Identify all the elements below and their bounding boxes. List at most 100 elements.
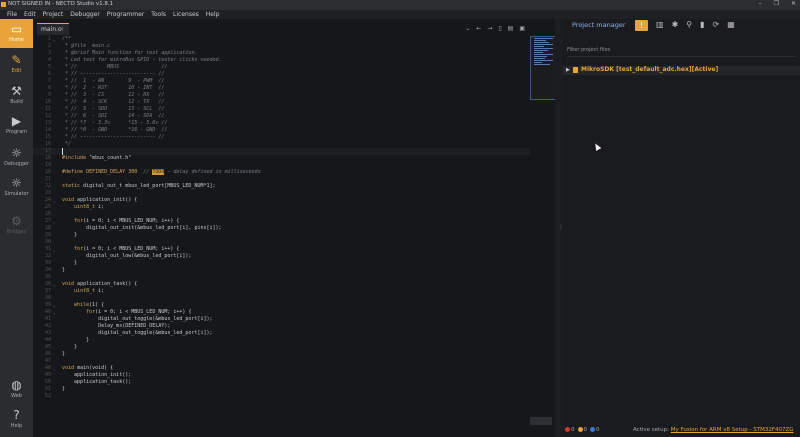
code-line[interactable]: 11 * // 5 - SDO 13 - SCL //	[33, 106, 530, 113]
code-line[interactable]: 14 * // *8 - GND *16 - GND //	[33, 127, 530, 134]
code-line[interactable]: 15 * // ------------------------- //	[33, 134, 530, 141]
menu-file[interactable]: File	[7, 11, 17, 19]
code-line[interactable]: 25 uint8_t i;	[33, 204, 530, 211]
code-line[interactable]: 4 * Led test for mikroBus GPIO - tester …	[33, 57, 530, 64]
fold-chevron-icon[interactable]: ⌄	[53, 246, 55, 253]
code-line[interactable]: 48 ⌄ void main(void) {	[33, 365, 530, 372]
code-line[interactable]: 6 * // ------------------------- //	[33, 71, 530, 78]
code-line[interactable]: 28 digital_out_init(&mbus_led_port[i], p…	[33, 225, 530, 232]
code-line[interactable]: 7 * // 1 - AN 9 - PWM //	[33, 78, 530, 85]
menu-edit[interactable]: Edit	[24, 11, 36, 19]
code-line[interactable]: 32 digital_out_low(&mbus_led_port[i]);	[33, 253, 530, 260]
code-line[interactable]: 41 digital_out_toggle(&mbus_led_port[i])…	[33, 316, 530, 323]
fold-chevron-icon[interactable]: ⌄	[53, 36, 55, 43]
code-line[interactable]: 34}	[33, 267, 530, 274]
sidebar-item-build[interactable]: ⚒ Build	[0, 81, 33, 110]
close-tab-icon[interactable]: ×	[59, 24, 64, 35]
code-line[interactable]: 26	[33, 211, 530, 218]
board-icon[interactable]: ▥	[656, 20, 664, 31]
menu-tools[interactable]: Tools	[151, 11, 166, 19]
sidebar-item-help[interactable]: ? Help	[0, 405, 33, 434]
split-editor-icon[interactable]: ▯	[498, 25, 501, 32]
debug-icon[interactable]: ✱	[672, 20, 679, 31]
filter-project-files-input[interactable]: Filter project files	[567, 47, 796, 57]
code-line[interactable]: 35	[33, 274, 530, 281]
code-line[interactable]: 16 */	[33, 141, 530, 148]
code-line[interactable]: 46}	[33, 351, 530, 358]
info-icon[interactable]: !	[635, 20, 648, 31]
code-line[interactable]: 24 ⌄ void application_init() {	[33, 197, 530, 204]
code-line[interactable]: 43 digital_out_toggle(&mbus_led_port[i])…	[33, 330, 530, 337]
code-line[interactable]: 38	[33, 295, 530, 302]
code-line[interactable]: 45 }	[33, 344, 530, 351]
nav-forward-icon[interactable]: →	[487, 25, 492, 32]
code-line[interactable]: 30	[33, 239, 530, 246]
problem-counts[interactable]: 0 0 0	[565, 427, 600, 433]
code-line[interactable]: 1 ⌄ /**	[33, 36, 530, 43]
fold-chevron-icon[interactable]: ⌄	[53, 281, 55, 288]
memory-icon[interactable]: ▦	[727, 20, 735, 31]
sync-icon[interactable]: ⟳	[713, 20, 720, 31]
close-window-button[interactable]: ✕	[791, 0, 796, 7]
horizontal-scrollbar[interactable]	[530, 417, 552, 425]
code-line[interactable]: 3 * @brief Main function for test applic…	[33, 50, 530, 57]
code-line[interactable]: 18 #include "mbus_count.h"	[33, 155, 530, 162]
code-line[interactable]: 49 application_init();	[33, 372, 530, 379]
code-line[interactable]: 39 ⌄ while(1) {	[33, 302, 530, 309]
menu-debugger[interactable]: Debugger	[70, 11, 100, 19]
code-line[interactable]: 5 * // MBUS //	[33, 64, 530, 71]
code-line[interactable]: 27 ⌄ for(i = 0; i < MBUS_LED_NUM; i++) {	[33, 218, 530, 225]
menu-licenses[interactable]: Licenses	[173, 11, 199, 19]
sidebar-item-debugger[interactable]: ☼ Debugger	[0, 143, 33, 172]
code-line[interactable]: 44 }	[33, 337, 530, 344]
sidebar-item-web[interactable]: ◍ Web	[0, 375, 33, 404]
active-setup-value[interactable]: My Fusion for ARM v8 Setup - STM32F407ZG	[671, 427, 794, 433]
code-line[interactable]: 12 * // 6 - SDI 14 - SDA //	[33, 113, 530, 120]
code-line[interactable]: 40 ⌄ for(i = 0; i < MBUS_LED_NUM; i++) {	[33, 309, 530, 316]
fold-chevron-icon[interactable]: ⌄	[53, 365, 55, 372]
code-line[interactable]: 33 }	[33, 260, 530, 267]
code-line[interactable]: 2 * @file main.c	[33, 43, 530, 50]
code-line[interactable]: 21	[33, 176, 530, 183]
sidebar-item-simulator[interactable]: ☼ Simulator	[0, 173, 33, 202]
menu-help[interactable]: Help	[206, 11, 220, 19]
menu-programmer[interactable]: Programmer	[107, 11, 144, 19]
layout-icon[interactable]: ▤	[508, 25, 514, 32]
code-line[interactable]: 42 Delay_ms(DEFINED_DELAY);	[33, 323, 530, 330]
panel-splitter[interactable]: ⋮	[555, 19, 564, 437]
code-line[interactable]: 10 * // 4 - SCK 12 - TX //	[33, 99, 530, 106]
sidebar-item-bridges[interactable]: ⚙ Bridges	[0, 211, 33, 240]
minimap[interactable]	[530, 36, 557, 100]
code-line[interactable]: 13 * // *7 - 3.3v *15 - 5.0v //	[33, 120, 530, 127]
maximize-editor-icon[interactable]: ▣	[519, 25, 525, 32]
fold-chevron-icon[interactable]: ⌄	[53, 302, 55, 309]
project-tree-item[interactable]: ▶ MikroSDK [test_default_adc.hex][Active…	[563, 66, 800, 75]
code-line[interactable]: 19	[33, 162, 530, 169]
expand-arrow-icon[interactable]: ▶	[566, 67, 570, 73]
fold-chevron-icon[interactable]: ⌄	[53, 218, 55, 225]
code-line[interactable]: 50 application_task();	[33, 379, 530, 386]
project-manager-title[interactable]: Project manager	[572, 21, 626, 29]
maximize-button[interactable]: ❐	[774, 0, 779, 7]
code-line[interactable]: 31 ⌄ for(i = 0; i < MBUS_LED_NUM; i++) {	[33, 246, 530, 253]
code-line[interactable]: 17	[33, 148, 530, 155]
code-line[interactable]: 9 * // 3 - CS 11 - RX //	[33, 92, 530, 99]
code-line[interactable]: 20 #define DEFINED_DELAY 300 // TODO - de…	[33, 169, 530, 176]
library-icon[interactable]: ▮	[700, 20, 704, 31]
tab-main-c[interactable]: main.c ×	[37, 23, 69, 35]
sidebar-item-home[interactable]: ▭ Home	[0, 19, 33, 48]
code-line[interactable]: 51}	[33, 386, 530, 393]
code-line[interactable]: 52	[33, 393, 530, 400]
tab-list-icon[interactable]: ⌄	[465, 25, 470, 32]
code-line[interactable]: 47	[33, 358, 530, 365]
code-line[interactable]: 23	[33, 190, 530, 197]
minimize-button[interactable]: –	[759, 0, 762, 7]
sidebar-item-edit[interactable]: ✎ Edit	[0, 50, 33, 79]
search-icon[interactable]: ⚲	[686, 20, 692, 31]
code-line[interactable]: 8 * // 2 - RST 10 - INT //	[33, 85, 530, 92]
code-area[interactable]: 1 ⌄/** 2 * @file main.c 3 * @brief Main fun…	[33, 36, 530, 436]
menu-project[interactable]: Project	[43, 11, 64, 19]
fold-chevron-icon[interactable]: ⌄	[53, 197, 55, 204]
code-line[interactable]: 29 }	[33, 232, 530, 239]
code-line[interactable]: 37 uint8_t i;	[33, 288, 530, 295]
